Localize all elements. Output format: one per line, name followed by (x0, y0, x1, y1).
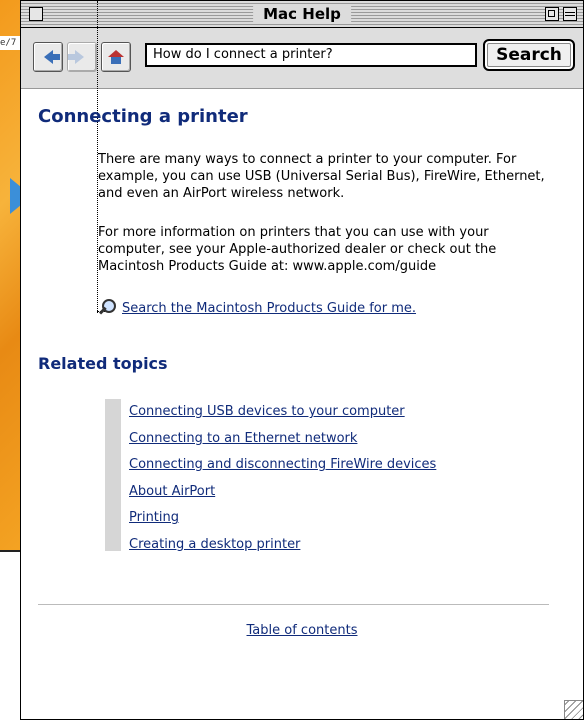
left-arrow-icon (43, 50, 60, 64)
search-input[interactable]: How do I connect a printer? (145, 43, 477, 67)
home-button[interactable] (101, 42, 131, 72)
list-item: Printing (129, 505, 493, 532)
window-title: Mac Help (253, 4, 351, 24)
related-link-printing[interactable]: Printing (129, 510, 179, 525)
forward-button[interactable] (67, 42, 97, 72)
list-item: Creating a desktop printer (129, 532, 493, 559)
page-title: Connecting a printer (38, 106, 248, 127)
collapse-box[interactable] (563, 7, 577, 21)
right-arrow-icon (67, 50, 84, 64)
close-box[interactable] (29, 7, 43, 21)
related-topics-heading: Related topics (38, 354, 168, 373)
products-guide-lookup[interactable]: Search the Macintosh Products Guide for … (98, 299, 416, 317)
resize-handle[interactable] (564, 700, 583, 719)
search-button[interactable]: Search (483, 39, 575, 71)
divider (38, 604, 549, 605)
related-link-firewire[interactable]: Connecting and disconnecting FireWire de… (129, 457, 436, 472)
title-bar[interactable]: Mac Help (21, 1, 583, 28)
related-link-airport[interactable]: About AirPort (129, 484, 215, 499)
related-topics-list: Connecting USB devices to your computer … (105, 399, 493, 552)
toolbar: How do I connect a printer? Search (21, 28, 583, 89)
magnifier-icon (98, 299, 116, 317)
related-link-desktop-printer[interactable]: Creating a desktop printer (129, 537, 300, 552)
info-paragraph: For more information on printers that yo… (98, 225, 497, 274)
list-item: Connecting to an Ethernet network (129, 426, 493, 453)
home-icon (108, 50, 124, 64)
toc-container: Table of contents (21, 619, 583, 638)
list-item: Connecting and disconnecting FireWire de… (129, 452, 493, 479)
list-item: About AirPort (129, 479, 493, 506)
intro-paragraph: There are many ways to connect a printer… (98, 152, 545, 201)
list-item: Connecting USB devices to your computer (129, 399, 493, 426)
table-of-contents-link[interactable]: Table of contents (247, 623, 358, 638)
related-link-ethernet[interactable]: Connecting to an Ethernet network (129, 431, 357, 446)
products-guide-link[interactable]: Search the Macintosh Products Guide for … (122, 301, 416, 316)
help-content: Connecting a printer There are many ways… (21, 1, 583, 719)
zoom-box[interactable] (545, 7, 559, 21)
mac-help-window: Mac Help How do I connect a printer? Sea… (20, 0, 584, 720)
related-link-usb[interactable]: Connecting USB devices to your computer (129, 404, 405, 419)
back-button[interactable] (33, 42, 63, 72)
